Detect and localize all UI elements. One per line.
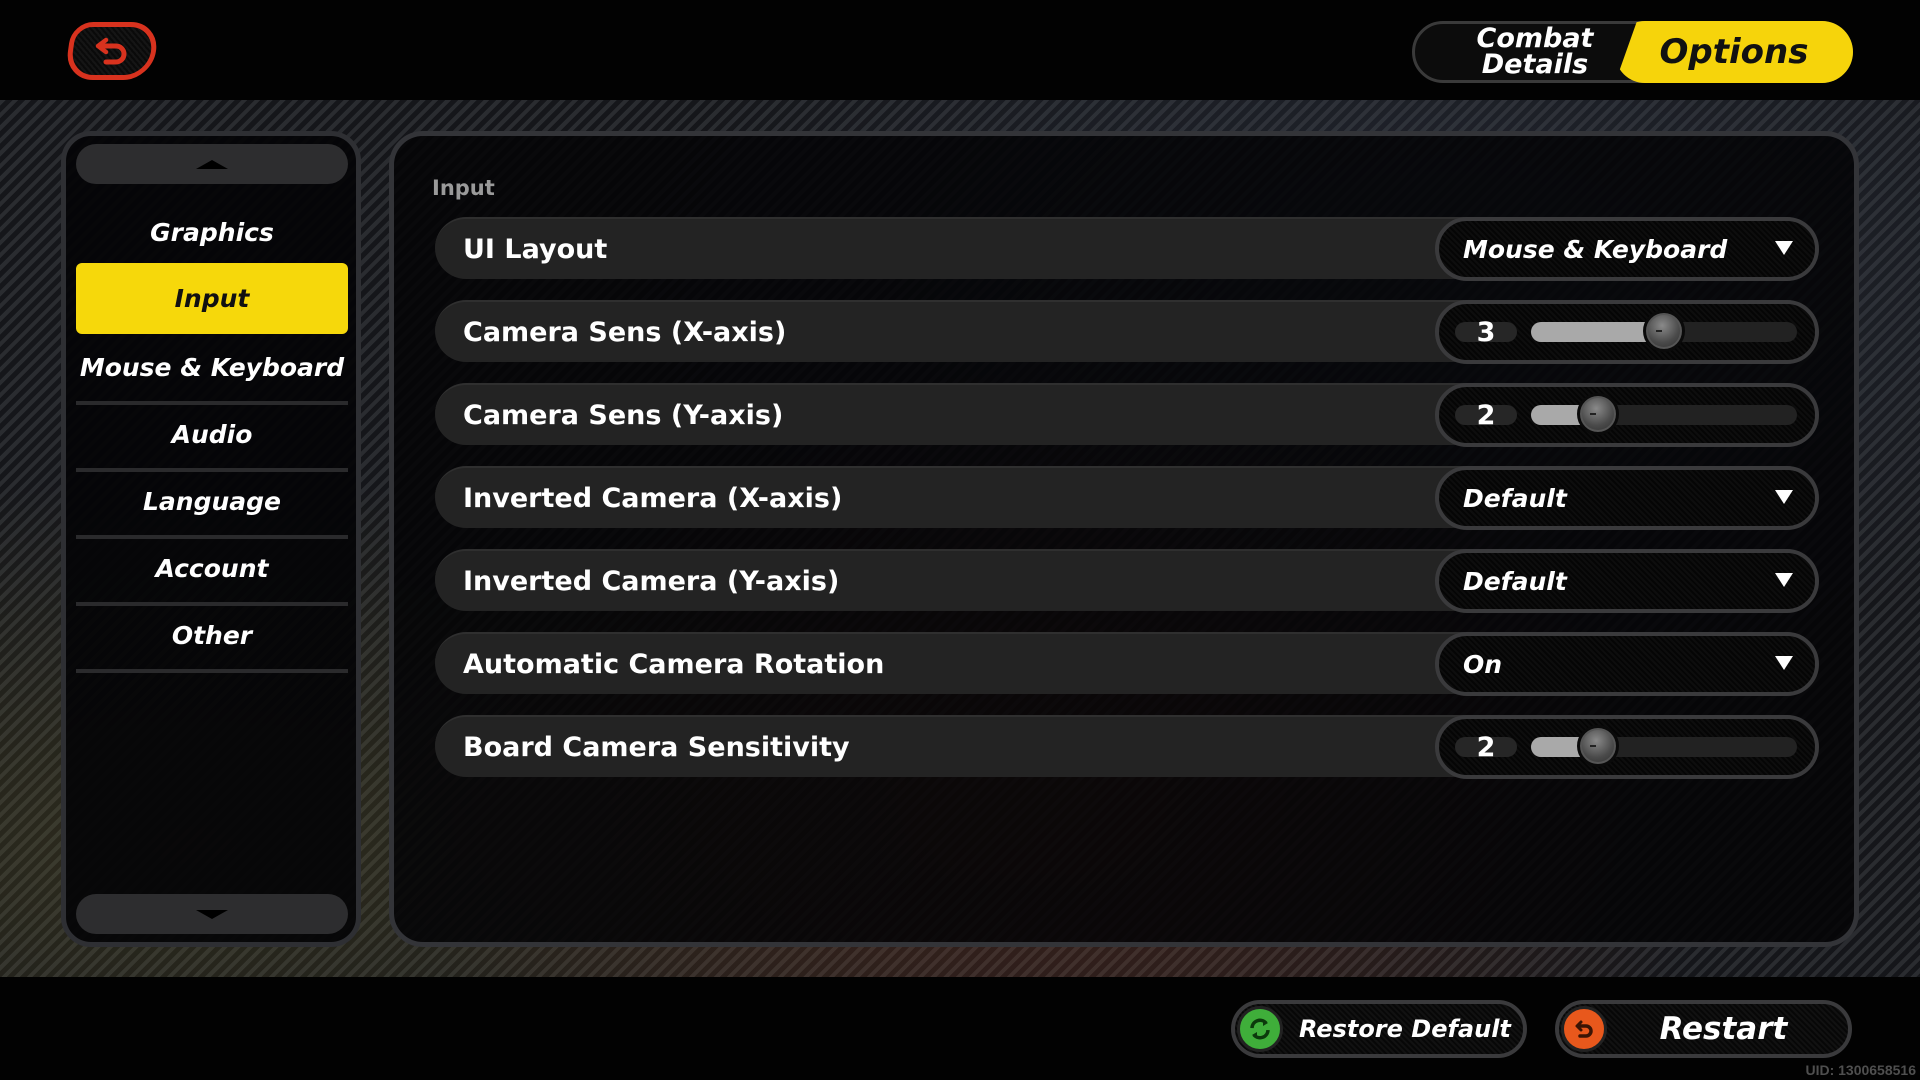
sidebar: Graphics Input Mouse & Keyboard Audio La… xyxy=(61,131,361,947)
settings-panel: Input UI Layout Mouse & Keyboard Camera … xyxy=(389,131,1859,947)
sidebar-item-label: Graphics xyxy=(150,218,274,247)
restore-default-label: Restore Default xyxy=(1299,1015,1511,1043)
restore-default-button[interactable]: Restore Default xyxy=(1231,1000,1527,1058)
slider-value: 3 xyxy=(1476,316,1496,348)
dropdown-value: On xyxy=(1463,649,1503,679)
camera-sens-x-slider-box: 3 xyxy=(1435,300,1819,364)
tab-options[interactable]: Options xyxy=(1615,21,1853,83)
restart-label: Restart xyxy=(1659,1011,1788,1047)
section-title: Input xyxy=(432,176,495,200)
dropdown-value: Default xyxy=(1463,566,1567,596)
sidebar-item-mouse-keyboard[interactable]: Mouse & Keyboard xyxy=(76,334,348,401)
dropdown-value: Default xyxy=(1463,483,1567,513)
header-tabs: Combat Details Options xyxy=(1412,21,1853,83)
restart-icon xyxy=(1561,1006,1607,1052)
uid-label: UID: 1300658516 xyxy=(1805,1062,1916,1078)
setting-row-ui-layout: UI Layout Mouse & Keyboard xyxy=(435,217,1819,281)
slider-value: 2 xyxy=(1476,399,1496,431)
camera-sens-y-slider-box: 2 xyxy=(1435,383,1819,447)
board-camera-sensitivity-slider[interactable] xyxy=(1531,725,1797,767)
slider-thumb[interactable] xyxy=(1577,725,1619,767)
caret-down-icon xyxy=(1775,573,1793,587)
sidebar-item-label: Language xyxy=(142,487,281,516)
caret-down-icon xyxy=(1775,490,1793,504)
sidebar-item-label: Audio xyxy=(171,420,253,449)
sidebar-item-audio[interactable]: Audio xyxy=(76,401,348,468)
restart-button[interactable]: Restart xyxy=(1555,1000,1852,1058)
caret-down-icon xyxy=(1775,241,1793,255)
setting-label: Automatic Camera Rotation xyxy=(463,648,885,680)
auto-camera-rotation-dropdown[interactable]: On xyxy=(1435,632,1819,696)
setting-label: Inverted Camera (Y-axis) xyxy=(463,565,840,597)
sidebar-item-label: Account xyxy=(155,554,269,583)
slider-thumb[interactable] xyxy=(1577,393,1619,435)
chevron-down-icon xyxy=(196,909,228,919)
setting-row-auto-camera-rotation: Automatic Camera Rotation On xyxy=(435,632,1819,696)
sidebar-item-input[interactable]: Input xyxy=(76,263,348,334)
sidebar-item-label: Mouse & Keyboard xyxy=(79,353,345,382)
camera-sens-x-slider[interactable] xyxy=(1531,310,1797,352)
tab-combat-details[interactable]: Combat Details xyxy=(1435,24,1635,80)
setting-row-inverted-camera-x: Inverted Camera (X-axis) Default xyxy=(435,466,1819,530)
setting-label: Inverted Camera (X-axis) xyxy=(463,482,843,514)
setting-label: UI Layout xyxy=(463,233,608,265)
setting-row-board-camera-sensitivity: Board Camera Sensitivity 2 xyxy=(435,715,1819,779)
sidebar-item-language[interactable]: Language xyxy=(76,468,348,535)
sidebar-divider xyxy=(76,669,348,673)
slider-value: 2 xyxy=(1476,731,1496,763)
back-arrow-icon xyxy=(95,37,127,65)
tab-combat-details-label: Combat Details xyxy=(1476,23,1594,80)
sidebar-item-other[interactable]: Other xyxy=(76,602,348,669)
refresh-icon xyxy=(1237,1006,1283,1052)
sidebar-scroll-down-button[interactable] xyxy=(76,894,348,934)
inverted-camera-y-dropdown[interactable]: Default xyxy=(1435,549,1819,613)
caret-down-icon xyxy=(1775,656,1793,670)
setting-row-camera-sens-y: Camera Sens (Y-axis) 2 xyxy=(435,383,1819,447)
sidebar-item-label: Other xyxy=(171,621,253,650)
ui-layout-dropdown[interactable]: Mouse & Keyboard xyxy=(1435,217,1819,281)
slider-thumb[interactable] xyxy=(1643,310,1685,352)
setting-row-camera-sens-x: Camera Sens (X-axis) 3 xyxy=(435,300,1819,364)
sidebar-item-account[interactable]: Account xyxy=(76,535,348,602)
setting-row-inverted-camera-y: Inverted Camera (Y-axis) Default xyxy=(435,549,1819,613)
setting-label: Board Camera Sensitivity xyxy=(463,731,850,763)
tab-options-label: Options xyxy=(1659,32,1809,72)
dropdown-value: Mouse & Keyboard xyxy=(1463,234,1728,264)
chevron-up-icon xyxy=(196,159,228,169)
sidebar-item-label: Input xyxy=(174,284,250,313)
sidebar-item-graphics[interactable]: Graphics xyxy=(76,199,348,266)
camera-sens-y-slider[interactable] xyxy=(1531,393,1797,435)
setting-label: Camera Sens (Y-axis) xyxy=(463,399,784,431)
inverted-camera-x-dropdown[interactable]: Default xyxy=(1435,466,1819,530)
setting-label: Camera Sens (X-axis) xyxy=(463,316,787,348)
board-camera-sensitivity-slider-box: 2 xyxy=(1435,715,1819,779)
sidebar-scroll-up-button[interactable] xyxy=(76,144,348,184)
